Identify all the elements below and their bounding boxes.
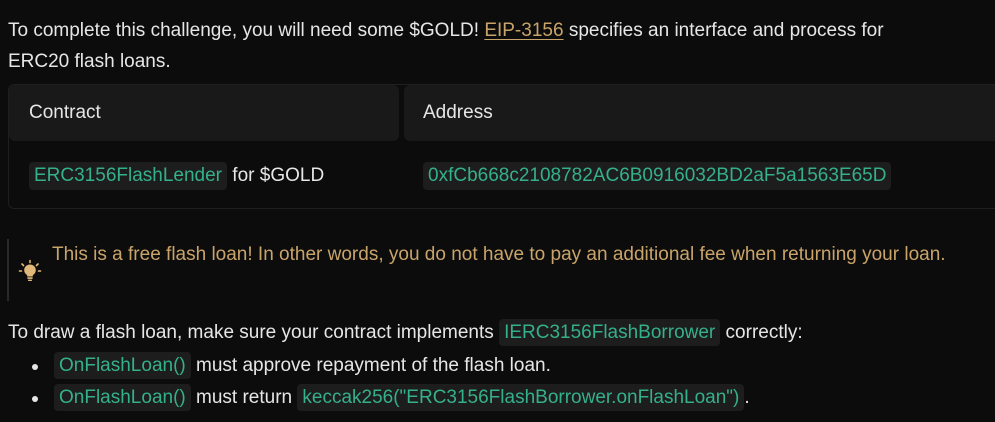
intro-paragraph: To complete this challenge, you will nee… (8, 15, 884, 77)
borrower-interface-code: IERC3156FlashBorrower (499, 319, 721, 346)
bullet-dot (32, 396, 38, 402)
contracts-table: Contract Address ERC3156FlashLender for … (8, 84, 995, 209)
table-header-contract: Contract (9, 85, 399, 141)
requirements-list: OnFlashLoan() must approve repayment of … (8, 350, 750, 414)
table-cell-address: 0xfCb668c2108782AC6B0916032BD2aF5a1563E6… (423, 159, 892, 193)
list-item: OnFlashLoan() must approve repayment of … (8, 350, 750, 382)
draw-text-end: correctly: (720, 322, 803, 343)
keccak-code: keccak256("ERC3156FlashBorrower.onFlashL… (297, 384, 745, 411)
contract-suffix: for $GOLD (227, 165, 325, 186)
lightbulb-icon (18, 259, 42, 283)
list-item-end: . (744, 387, 750, 408)
table-cell-contract: ERC3156FlashLender for $GOLD (29, 159, 324, 193)
intro-text-continued: specifies an interface and process for (563, 20, 884, 41)
intro-text-line2: ERC20 flash loans. (8, 51, 171, 72)
list-item-text: must return (190, 387, 298, 408)
table-header-address: Address (404, 85, 995, 141)
info-callout: This is a free flash loan! In other word… (7, 239, 995, 301)
list-item: OnFlashLoan() must return keccak256("ERC… (8, 382, 750, 414)
onflashloan-code: OnFlashLoan() (54, 384, 191, 411)
contract-address-code[interactable]: 0xfCb668c2108782AC6B0916032BD2aF5a1563E6… (423, 162, 892, 190)
contract-name-code: ERC3156FlashLender (29, 162, 228, 190)
callout-text: This is a free flash loan! In other word… (52, 244, 946, 265)
draw-text: To draw a flash loan, make sure your con… (8, 322, 500, 343)
list-item-text: must approve repayment of the flash loan… (190, 355, 551, 376)
intro-text: To complete this challenge, you will nee… (8, 20, 485, 41)
eip-3156-link[interactable]: EIP-3156 (484, 20, 563, 41)
draw-paragraph: To draw a flash loan, make sure your con… (8, 317, 803, 348)
bullet-dot (32, 364, 38, 370)
onflashloan-code: OnFlashLoan() (54, 352, 191, 379)
